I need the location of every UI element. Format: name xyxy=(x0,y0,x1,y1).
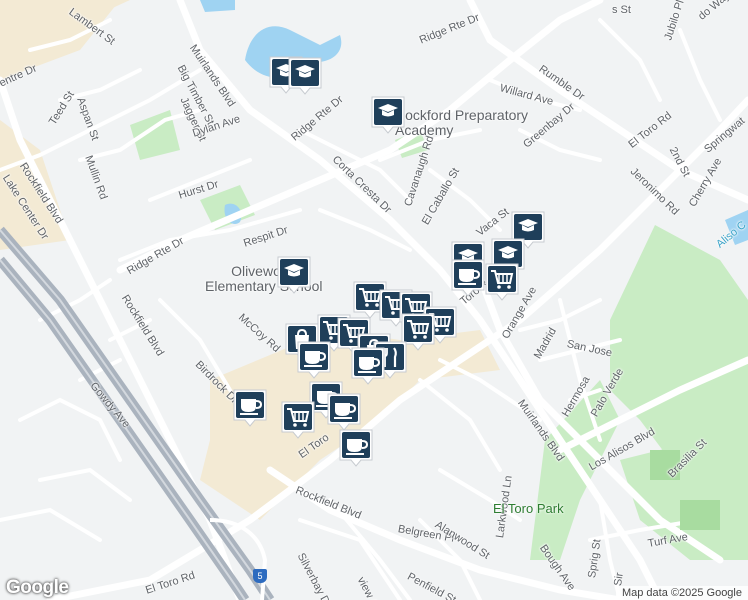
school-label[interactable]: Rockford Preparatory Academy xyxy=(395,108,528,138)
map-attribution[interactable]: Map data ©2025 Google xyxy=(615,586,748,600)
interstate-shield-icon: 5 xyxy=(253,569,267,583)
grocery-pin[interactable] xyxy=(484,262,520,302)
coffee-cup-icon xyxy=(451,259,485,297)
coffee-cup-icon xyxy=(339,429,373,467)
school-pin[interactable] xyxy=(287,56,323,96)
coffee-cup-icon xyxy=(351,347,385,385)
cafe-pin[interactable] xyxy=(350,346,386,386)
school-pin[interactable] xyxy=(370,95,406,135)
coffee-cup-icon xyxy=(327,393,361,431)
google-logo: Google xyxy=(6,577,69,598)
cafe-pin[interactable] xyxy=(326,392,362,432)
cafe-pin[interactable] xyxy=(296,340,332,380)
school-icon xyxy=(288,57,322,95)
school-pin[interactable] xyxy=(276,255,312,295)
street-label: Sir xyxy=(612,571,626,587)
shopping-cart-icon xyxy=(281,401,315,439)
school-icon xyxy=(277,256,311,294)
park-label[interactable]: El Toro Park xyxy=(493,501,564,516)
cafe-pin[interactable] xyxy=(450,258,486,298)
shopping-cart-icon xyxy=(485,263,519,301)
school-icon xyxy=(371,96,405,134)
map-canvas[interactable]: Lambert St entre Dr Muirlands Blvd Big T… xyxy=(0,0,748,600)
coffee-cup-icon xyxy=(233,389,267,427)
street-label: s St xyxy=(612,4,631,16)
grocery-pin[interactable] xyxy=(280,400,316,440)
cafe-pin[interactable] xyxy=(232,388,268,428)
cafe-pin[interactable] xyxy=(338,428,374,468)
coffee-cup-icon xyxy=(297,341,331,379)
